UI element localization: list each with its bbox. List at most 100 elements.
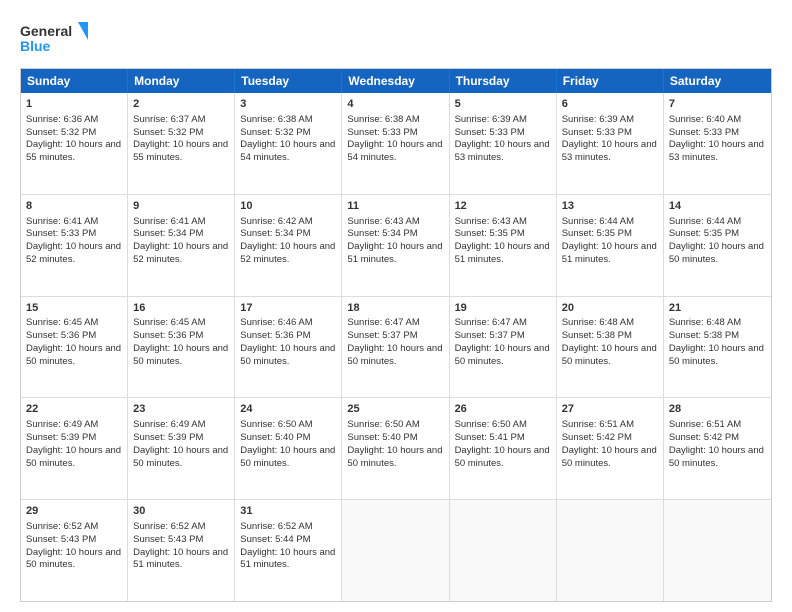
day-number: 30 [133,504,229,519]
calendar-cell [557,500,664,601]
daylight-label: Daylight: 10 hours and 53 minutes. [562,139,657,163]
calendar-cell [342,500,449,601]
page: General Blue SundayMondayTuesdayWednesda… [0,0,792,612]
daylight-label: Daylight: 10 hours and 51 minutes. [455,241,550,265]
sunrise-label: Sunrise: 6:49 AM [133,419,205,430]
daylight-label: Daylight: 10 hours and 50 minutes. [26,445,121,469]
sunrise-label: Sunrise: 6:50 AM [455,419,527,430]
sunrise-label: Sunrise: 6:51 AM [562,419,634,430]
day-number: 8 [26,199,122,214]
svg-text:Blue: Blue [20,38,51,54]
sunset-label: Sunset: 5:41 PM [455,432,525,443]
sunset-label: Sunset: 5:35 PM [455,228,525,239]
sunset-label: Sunset: 5:43 PM [26,534,96,545]
calendar-cell: 31 Sunrise: 6:52 AM Sunset: 5:44 PM Dayl… [235,500,342,601]
daylight-label: Daylight: 10 hours and 50 minutes. [240,343,335,367]
sunrise-label: Sunrise: 6:52 AM [133,521,205,532]
sunset-label: Sunset: 5:40 PM [240,432,310,443]
sunset-label: Sunset: 5:40 PM [347,432,417,443]
sunrise-label: Sunrise: 6:41 AM [133,216,205,227]
daylight-label: Daylight: 10 hours and 51 minutes. [562,241,657,265]
calendar-header: SundayMondayTuesdayWednesdayThursdayFrid… [21,69,771,93]
weekday-header: Wednesday [342,69,449,93]
daylight-label: Daylight: 10 hours and 50 minutes. [26,547,121,571]
daylight-label: Daylight: 10 hours and 52 minutes. [240,241,335,265]
sunrise-label: Sunrise: 6:37 AM [133,114,205,125]
calendar-cell: 3 Sunrise: 6:38 AM Sunset: 5:32 PM Dayli… [235,93,342,194]
day-number: 31 [240,504,336,519]
sunset-label: Sunset: 5:32 PM [133,127,203,138]
sunrise-label: Sunrise: 6:49 AM [26,419,98,430]
day-number: 28 [669,402,766,417]
daylight-label: Daylight: 10 hours and 55 minutes. [133,139,228,163]
sunrise-label: Sunrise: 6:38 AM [240,114,312,125]
sunrise-label: Sunrise: 6:47 AM [347,317,419,328]
sunset-label: Sunset: 5:32 PM [240,127,310,138]
sunrise-label: Sunrise: 6:45 AM [133,317,205,328]
day-number: 11 [347,199,443,214]
day-number: 18 [347,301,443,316]
calendar-row: 15 Sunrise: 6:45 AM Sunset: 5:36 PM Dayl… [21,296,771,398]
header: General Blue [20,18,772,58]
calendar-cell: 17 Sunrise: 6:46 AM Sunset: 5:36 PM Dayl… [235,297,342,398]
sunrise-label: Sunrise: 6:52 AM [26,521,98,532]
daylight-label: Daylight: 10 hours and 53 minutes. [669,139,764,163]
daylight-label: Daylight: 10 hours and 50 minutes. [26,343,121,367]
weekday-header: Friday [557,69,664,93]
day-number: 12 [455,199,551,214]
daylight-label: Daylight: 10 hours and 50 minutes. [455,343,550,367]
daylight-label: Daylight: 10 hours and 50 minutes. [347,343,442,367]
calendar-cell: 1 Sunrise: 6:36 AM Sunset: 5:32 PM Dayli… [21,93,128,194]
day-number: 19 [455,301,551,316]
daylight-label: Daylight: 10 hours and 50 minutes. [133,445,228,469]
day-number: 4 [347,97,443,112]
calendar-cell: 25 Sunrise: 6:50 AM Sunset: 5:40 PM Dayl… [342,398,449,499]
calendar-cell: 30 Sunrise: 6:52 AM Sunset: 5:43 PM Dayl… [128,500,235,601]
calendar-cell: 12 Sunrise: 6:43 AM Sunset: 5:35 PM Dayl… [450,195,557,296]
calendar-cell: 29 Sunrise: 6:52 AM Sunset: 5:43 PM Dayl… [21,500,128,601]
day-number: 1 [26,97,122,112]
day-number: 20 [562,301,658,316]
day-number: 29 [26,504,122,519]
calendar-cell: 23 Sunrise: 6:49 AM Sunset: 5:39 PM Dayl… [128,398,235,499]
daylight-label: Daylight: 10 hours and 50 minutes. [347,445,442,469]
calendar-cell: 19 Sunrise: 6:47 AM Sunset: 5:37 PM Dayl… [450,297,557,398]
sunset-label: Sunset: 5:33 PM [669,127,739,138]
sunrise-label: Sunrise: 6:43 AM [455,216,527,227]
sunrise-label: Sunrise: 6:44 AM [562,216,634,227]
calendar-cell: 14 Sunrise: 6:44 AM Sunset: 5:35 PM Dayl… [664,195,771,296]
day-number: 21 [669,301,766,316]
day-number: 5 [455,97,551,112]
sunset-label: Sunset: 5:34 PM [347,228,417,239]
daylight-label: Daylight: 10 hours and 51 minutes. [347,241,442,265]
svg-text:General: General [20,23,72,39]
sunrise-label: Sunrise: 6:43 AM [347,216,419,227]
sunset-label: Sunset: 5:36 PM [133,330,203,341]
day-number: 3 [240,97,336,112]
daylight-label: Daylight: 10 hours and 50 minutes. [669,343,764,367]
sunset-label: Sunset: 5:35 PM [562,228,632,239]
sunrise-label: Sunrise: 6:38 AM [347,114,419,125]
calendar-cell: 6 Sunrise: 6:39 AM Sunset: 5:33 PM Dayli… [557,93,664,194]
calendar-cell: 20 Sunrise: 6:48 AM Sunset: 5:38 PM Dayl… [557,297,664,398]
calendar-cell: 11 Sunrise: 6:43 AM Sunset: 5:34 PM Dayl… [342,195,449,296]
sunrise-label: Sunrise: 6:50 AM [240,419,312,430]
sunset-label: Sunset: 5:33 PM [562,127,632,138]
calendar-cell: 13 Sunrise: 6:44 AM Sunset: 5:35 PM Dayl… [557,195,664,296]
calendar-cell: 18 Sunrise: 6:47 AM Sunset: 5:37 PM Dayl… [342,297,449,398]
sunrise-label: Sunrise: 6:51 AM [669,419,741,430]
daylight-label: Daylight: 10 hours and 50 minutes. [562,445,657,469]
weekday-header: Saturday [664,69,771,93]
sunrise-label: Sunrise: 6:50 AM [347,419,419,430]
calendar-cell: 9 Sunrise: 6:41 AM Sunset: 5:34 PM Dayli… [128,195,235,296]
sunrise-label: Sunrise: 6:48 AM [669,317,741,328]
sunset-label: Sunset: 5:39 PM [133,432,203,443]
day-number: 26 [455,402,551,417]
daylight-label: Daylight: 10 hours and 51 minutes. [240,547,335,571]
day-number: 17 [240,301,336,316]
calendar-cell: 24 Sunrise: 6:50 AM Sunset: 5:40 PM Dayl… [235,398,342,499]
day-number: 15 [26,301,122,316]
sunrise-label: Sunrise: 6:45 AM [26,317,98,328]
calendar-cell: 27 Sunrise: 6:51 AM Sunset: 5:42 PM Dayl… [557,398,664,499]
weekday-header: Tuesday [235,69,342,93]
